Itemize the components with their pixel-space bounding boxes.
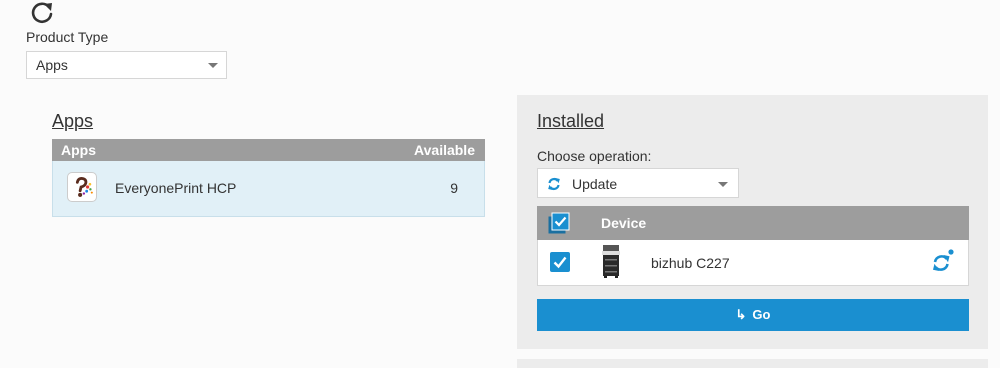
installed-panel: Installed Choose operation: Update Devic… (517, 95, 988, 349)
operation-select[interactable]: Update (537, 168, 739, 198)
device-checkbox[interactable] (550, 252, 570, 272)
enter-arrow-icon: ↳ (735, 307, 747, 322)
device-column-header: Device (601, 215, 647, 231)
sync-icon (548, 177, 560, 191)
product-type-value: Apps (36, 57, 68, 73)
app-available-count: 9 (450, 180, 458, 196)
chevron-down-icon (718, 182, 728, 187)
go-button[interactable]: ↳ Go (537, 299, 969, 331)
operation-label: Choose operation: (537, 148, 652, 164)
apps-column-header: Apps (61, 142, 96, 158)
refresh-icon[interactable] (28, 0, 56, 24)
device-table: Device bizhub C227 (537, 206, 969, 286)
go-button-label: Go (752, 307, 771, 322)
device-name: bizhub C227 (651, 255, 730, 271)
everyoneprint-logo-icon (67, 172, 97, 202)
apps-section-title: Apps (52, 111, 94, 131)
installed-section-title: Installed (537, 111, 605, 131)
apps-table: Apps Available EveryonePrint HCP 9 (52, 139, 485, 217)
available-column-header: Available (414, 142, 475, 158)
product-type-label: Product Type (26, 29, 109, 45)
operation-value: Update (572, 176, 618, 192)
table-row[interactable]: EveryonePrint HCP 9 (52, 161, 485, 217)
product-type-select[interactable]: Apps (26, 51, 227, 79)
device-table-header: Device (537, 206, 969, 240)
chevron-down-icon (208, 63, 218, 68)
apps-table-header: Apps Available (52, 139, 485, 161)
sync-icon[interactable] (930, 249, 954, 275)
checkmark-icon (553, 256, 567, 269)
secondary-panel (517, 359, 988, 368)
app-name: EveryonePrint HCP (115, 180, 237, 196)
table-row: bizhub C227 (537, 240, 969, 286)
select-all-checkbox[interactable] (548, 212, 570, 234)
printer-icon (602, 245, 620, 278)
